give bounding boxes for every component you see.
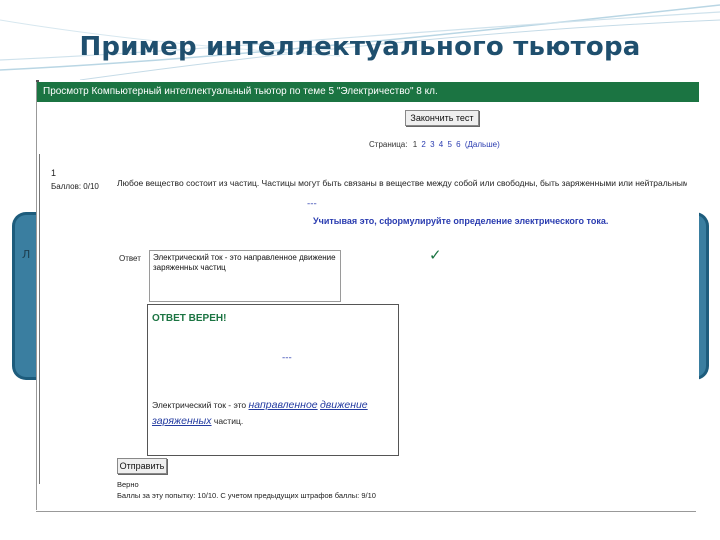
- question-task: Учитывая это, сформулируйте определение …: [313, 216, 609, 226]
- result-score-line: Баллы за эту попытку: 10/10. С учетом пр…: [117, 491, 376, 500]
- page-link-5[interactable]: 5: [447, 140, 451, 149]
- app-header: Просмотр Компьютерный интеллектуальный т…: [37, 82, 699, 102]
- definition-word-charged: заряженных: [152, 415, 212, 427]
- page-link-4[interactable]: 4: [439, 140, 443, 149]
- page-current: 1: [412, 140, 418, 149]
- result-status: Верно: [117, 480, 139, 489]
- correct-check-icon: ✓: [429, 246, 442, 264]
- definition-prefix: Электрический ток - это: [152, 400, 247, 410]
- question-text: Любое вещество состоит из частиц. Частиц…: [117, 178, 687, 188]
- next-page-link[interactable]: (Дальше): [465, 140, 500, 149]
- answer-textarea[interactable]: Электрический ток - это направленное дви…: [149, 250, 341, 302]
- slide-title: Пример интеллектуального тьютора: [79, 32, 641, 62]
- definition-word-motion: движение: [320, 399, 368, 411]
- question-separator: ---: [307, 199, 317, 209]
- page-link-3[interactable]: 3: [430, 140, 434, 149]
- screenshot-bottom-border: [36, 511, 696, 512]
- answer-label: Ответ: [119, 254, 141, 263]
- question-number: 1: [51, 168, 57, 178]
- page-link-6[interactable]: 6: [456, 140, 460, 149]
- pagination: Страница: 1 2 3 4 5 6 (Дальше): [369, 140, 500, 149]
- tutor-screenshot: Просмотр Компьютерный интеллектуальный т…: [36, 82, 699, 510]
- send-button[interactable]: Отправить: [117, 458, 167, 474]
- feedback-title: ОТВЕТ ВЕРЕН!: [152, 313, 227, 324]
- content-divider: [39, 154, 40, 484]
- question-score: Баллов: 0/10: [51, 182, 99, 191]
- page-link-2[interactable]: 2: [421, 140, 425, 149]
- finish-test-button[interactable]: Закончить тест: [405, 110, 479, 126]
- left-bracket-letter: Л: [22, 248, 31, 261]
- definition-suffix: частиц.: [213, 416, 244, 426]
- feedback-panel: ОТВЕТ ВЕРЕН! --- Электрический ток - это…: [147, 304, 399, 456]
- feedback-separator: ---: [282, 353, 292, 363]
- feedback-definition: Электрический ток - это направленное дви…: [152, 397, 400, 429]
- definition-word-directed: направленное: [248, 399, 318, 411]
- pages-label: Страница:: [369, 140, 408, 149]
